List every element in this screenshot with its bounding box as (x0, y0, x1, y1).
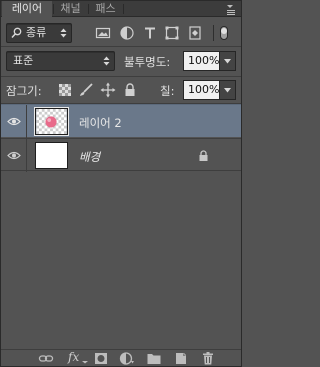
lock-all-icon[interactable] (122, 82, 138, 98)
lock-icon (199, 150, 208, 161)
trash-icon[interactable] (200, 351, 216, 366)
visibility-cell[interactable] (1, 105, 27, 138)
tab-paths[interactable]: 패스 (89, 1, 122, 17)
opacity-label: 불투명도: (124, 55, 171, 69)
filter-kind-label: 종류 (26, 26, 47, 39)
panel-menu-icon[interactable] (224, 2, 238, 16)
chevron-updown-icon (103, 56, 110, 66)
layer-name[interactable]: 배경 (79, 149, 100, 165)
eye-icon[interactable] (7, 151, 21, 160)
bottom-toolbar: fx (1, 349, 241, 366)
divider (1, 76, 241, 77)
type-filter-icon[interactable] (142, 25, 158, 41)
shape-filter-icon[interactable] (164, 25, 180, 41)
visibility-cell[interactable] (1, 139, 27, 172)
lock-image-pixels-icon[interactable] (78, 82, 94, 98)
tab-divider (123, 4, 124, 14)
lock-label: 잠그기: (6, 84, 42, 98)
lock-transparent-pixels-icon[interactable] (57, 82, 73, 98)
adjustment-layer-icon[interactable] (119, 351, 135, 366)
layer-row[interactable]: 배경 (1, 138, 241, 172)
add-mask-icon[interactable] (93, 351, 109, 366)
link-layers-icon[interactable] (38, 351, 54, 366)
filter-toggle-switch[interactable] (220, 26, 228, 40)
divider (1, 46, 241, 47)
eye-icon[interactable] (7, 117, 21, 126)
opacity-slider-button[interactable] (220, 51, 236, 71)
search-icon (11, 27, 22, 39)
layer-thumbnail[interactable] (35, 142, 68, 169)
smart-object-filter-icon[interactable] (187, 25, 203, 41)
layers-panel: 레이어 채널 패스 종류 표준 불투명도: 100% 잠그기: 칠: 100% … (0, 0, 242, 367)
adjustment-filter-icon[interactable] (119, 25, 135, 41)
image-filter-icon[interactable] (95, 25, 111, 41)
layer-row[interactable]: 레이어 2 (1, 104, 241, 138)
new-layer-icon[interactable] (173, 351, 189, 366)
tab-bar: 레이어 채널 패스 (1, 1, 241, 18)
new-group-folder-icon[interactable] (146, 351, 162, 366)
filter-divider (213, 25, 214, 41)
chevron-down-icon (224, 59, 231, 64)
opacity-input[interactable]: 100% (183, 51, 220, 71)
layer-filter-dropdown[interactable]: 종류 (6, 23, 72, 43)
blend-mode-dropdown[interactable]: 표준 (6, 51, 115, 71)
layer-name[interactable]: 레이어 2 (79, 115, 122, 131)
blend-mode-value: 표준 (13, 54, 34, 67)
toggle-knob (221, 28, 227, 34)
chevron-down-icon (224, 88, 231, 93)
layer-style-fx-icon[interactable]: fx (68, 350, 79, 364)
lock-position-icon[interactable] (100, 82, 116, 98)
fill-input[interactable]: 100% (183, 80, 220, 100)
fill-slider-button[interactable] (220, 80, 236, 100)
chevron-updown-icon (60, 28, 67, 38)
layer-thumbnail[interactable] (34, 107, 69, 136)
chevron-down-icon[interactable] (81, 353, 89, 364)
tab-channels[interactable]: 채널 (54, 1, 87, 17)
fill-label: 칠: (160, 84, 175, 98)
tab-layers[interactable]: 레이어 (2, 1, 52, 18)
